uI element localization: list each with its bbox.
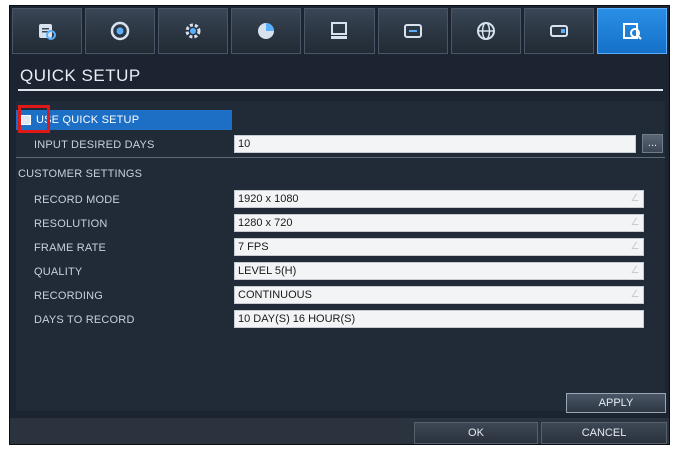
recording-select[interactable]: CONTINUOUS ∠	[234, 286, 644, 304]
record-icon	[110, 21, 130, 41]
quality-value: LEVEL 5(H)	[238, 265, 297, 277]
tab-storage[interactable]	[523, 8, 594, 54]
monitor-icon	[331, 22, 348, 39]
dropdown-arrow-icon: ∠	[630, 265, 640, 276]
dropdown-arrow-icon: ∠	[630, 217, 640, 228]
title-divider	[18, 89, 663, 91]
dropdown-arrow-icon: ∠	[630, 193, 640, 204]
quality-select[interactable]: LEVEL 5(H) ∠	[234, 262, 644, 280]
drive-icon	[549, 25, 568, 37]
customer-settings-label: CUSTOMER SETTINGS	[18, 168, 143, 180]
tab-display[interactable]	[377, 8, 448, 54]
page-title: QUICK SETUP	[20, 66, 141, 85]
display-icon	[403, 24, 422, 38]
record-mode-label: RECORD MODE	[34, 194, 120, 206]
use-quick-setup-label: USE QUICK SETUP	[36, 114, 140, 126]
search-list-icon	[39, 24, 57, 40]
settings-panel: USE QUICK SETUP INPUT DESIRED DAYS 10 ..…	[16, 101, 666, 413]
tab-system[interactable]	[304, 8, 375, 54]
magnifier-search-icon	[622, 23, 642, 40]
pie-chart-icon	[258, 23, 275, 39]
tab-quick-search[interactable]	[596, 8, 667, 54]
record-mode-value: 1920 x 1080	[238, 193, 299, 205]
top-tab-bar	[12, 8, 667, 54]
frame-rate-label: FRAME RATE	[34, 242, 107, 254]
days-more-button[interactable]: ...	[642, 134, 663, 153]
days-to-record-field: 10 DAY(S) 16 HOUR(S)	[234, 310, 644, 328]
checkbox-highlight-marker	[18, 105, 50, 133]
dropdown-arrow-icon: ∠	[630, 241, 640, 252]
resolution-value: 1280 x 720	[238, 217, 293, 229]
footer-bar: OK CANCEL	[10, 418, 669, 444]
recording-label: RECORDING	[34, 290, 104, 302]
globe-icon	[476, 22, 495, 40]
input-days-label: INPUT DESIRED DAYS	[34, 139, 155, 151]
tab-record[interactable]	[85, 8, 156, 54]
section-divider	[16, 157, 665, 158]
tab-setup[interactable]	[158, 8, 229, 54]
apply-button[interactable]: APPLY	[566, 393, 666, 413]
quality-label: QUALITY	[34, 266, 83, 278]
days-to-record-value: 10 DAY(S) 16 HOUR(S)	[238, 313, 356, 325]
frame-rate-select[interactable]: 7 FPS ∠	[234, 238, 644, 256]
quick-setup-window: QUICK SETUP USE QUICK SETUP INPUT DESIRE…	[9, 5, 670, 445]
cancel-button[interactable]: CANCEL	[541, 422, 667, 444]
tab-search[interactable]	[12, 8, 83, 54]
days-to-record-label: DAYS TO RECORD	[34, 314, 135, 326]
ok-button[interactable]: OK	[414, 422, 538, 444]
tab-network[interactable]	[450, 8, 521, 54]
record-mode-select[interactable]: 1920 x 1080 ∠	[234, 190, 644, 208]
recording-value: CONTINUOUS	[238, 289, 312, 301]
frame-rate-value: 7 FPS	[238, 241, 269, 253]
input-days-field[interactable]: 10	[234, 135, 636, 153]
tab-status[interactable]	[231, 8, 302, 54]
resolution-label: RESOLUTION	[34, 218, 108, 230]
resolution-select[interactable]: 1280 x 720 ∠	[234, 214, 644, 232]
input-days-value: 10	[238, 138, 251, 150]
gear-icon	[185, 23, 201, 39]
dropdown-arrow-icon: ∠	[630, 289, 640, 300]
